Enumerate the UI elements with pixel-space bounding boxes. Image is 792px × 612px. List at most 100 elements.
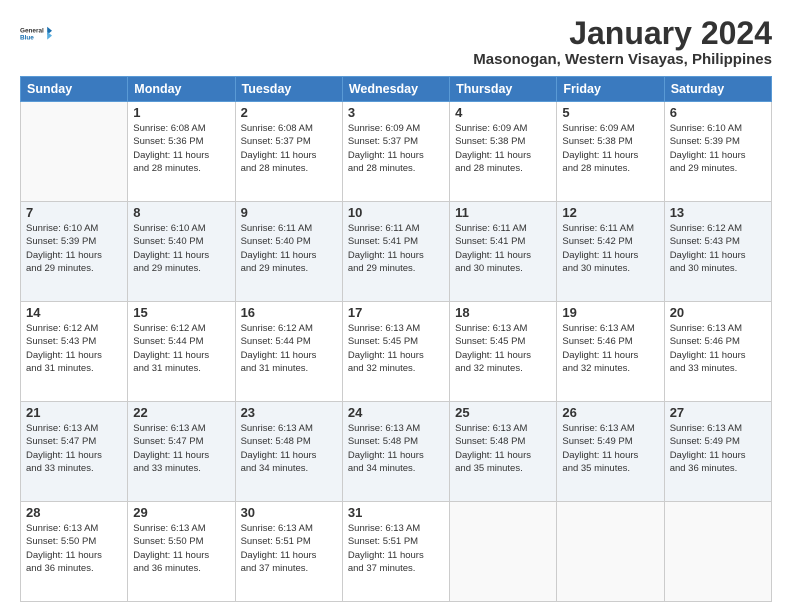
calendar-day-cell: 8 Sunrise: 6:10 AMSunset: 5:40 PMDaylight… bbox=[128, 202, 235, 302]
day-number: 16 bbox=[241, 305, 337, 320]
day-info: Sunrise: 6:13 AMSunset: 5:48 PMDaylight:… bbox=[241, 422, 337, 475]
day-number: 4 bbox=[455, 105, 551, 120]
calendar-day-cell: 13 Sunrise: 6:12 AMSunset: 5:43 PMDayligh… bbox=[664, 202, 771, 302]
day-info: Sunrise: 6:11 AMSunset: 5:41 PMDaylight:… bbox=[455, 222, 551, 275]
calendar-week-row: 14Sunrise: 6:12 AMSunset: 5:43 PMDayligh… bbox=[21, 302, 772, 402]
calendar-day-cell: 5Sunrise: 6:09 AMSunset: 5:38 PMDaylight… bbox=[557, 102, 664, 202]
calendar-header-row: Sunday Monday Tuesday Wednesday Thursday… bbox=[21, 77, 772, 102]
calendar-day-cell: 17Sunrise: 6:13 AMSunset: 5:45 PMDayligh… bbox=[342, 302, 449, 402]
day-number: 5 bbox=[562, 105, 658, 120]
day-info: Sunrise: 6:12 AMSunset: 5:44 PMDaylight:… bbox=[133, 322, 229, 375]
day-number: 28 bbox=[26, 505, 122, 520]
day-info: Sunrise: 6:08 AMSunset: 5:36 PMDaylight:… bbox=[133, 122, 229, 175]
day-info: Sunrise: 6:12 AMSunset: 5:43 PMDaylight:… bbox=[670, 222, 766, 275]
day-info: Sunrise: 6:10 AMSunset: 5:39 PMDaylight:… bbox=[26, 222, 122, 275]
col-friday: Friday bbox=[557, 77, 664, 102]
calendar-day-cell: 22Sunrise: 6:13 AMSunset: 5:47 PMDayligh… bbox=[128, 402, 235, 502]
calendar-table: Sunday Monday Tuesday Wednesday Thursday… bbox=[20, 76, 772, 602]
day-info: Sunrise: 6:13 AMSunset: 5:48 PMDaylight:… bbox=[348, 422, 444, 475]
day-info: Sunrise: 6:13 AMSunset: 5:48 PMDaylight:… bbox=[455, 422, 551, 475]
day-number: 13 bbox=[670, 205, 766, 220]
col-wednesday: Wednesday bbox=[342, 77, 449, 102]
day-number: 3 bbox=[348, 105, 444, 120]
page-title: January 2024 bbox=[473, 16, 772, 51]
day-number: 7 bbox=[26, 205, 122, 220]
logo-icon: GeneralBlue bbox=[20, 16, 56, 52]
col-monday: Monday bbox=[128, 77, 235, 102]
day-info: Sunrise: 6:10 AMSunset: 5:40 PMDaylight:… bbox=[133, 222, 229, 275]
day-number: 27 bbox=[670, 405, 766, 420]
day-number: 18 bbox=[455, 305, 551, 320]
title-block: January 2024 Masonogan, Western Visayas,… bbox=[473, 16, 772, 68]
calendar-day-cell bbox=[450, 502, 557, 602]
col-saturday: Saturday bbox=[664, 77, 771, 102]
day-info: Sunrise: 6:13 AMSunset: 5:45 PMDaylight:… bbox=[455, 322, 551, 375]
day-number: 9 bbox=[241, 205, 337, 220]
day-info: Sunrise: 6:13 AMSunset: 5:51 PMDaylight:… bbox=[348, 522, 444, 575]
page-subtitle: Masonogan, Western Visayas, Philippines bbox=[473, 51, 772, 68]
calendar-day-cell: 14Sunrise: 6:12 AMSunset: 5:43 PMDayligh… bbox=[21, 302, 128, 402]
calendar-day-cell: 3 Sunrise: 6:09 AMSunset: 5:37 PMDaylight… bbox=[342, 102, 449, 202]
day-info: Sunrise: 6:13 AMSunset: 5:47 PMDaylight:… bbox=[26, 422, 122, 475]
calendar-day-cell: 27 Sunrise: 6:13 AMSunset: 5:49 PMDayligh… bbox=[664, 402, 771, 502]
day-number: 14 bbox=[26, 305, 122, 320]
day-info: Sunrise: 6:09 AMSunset: 5:38 PMDaylight:… bbox=[455, 122, 551, 175]
day-number: 12 bbox=[562, 205, 658, 220]
day-info: Sunrise: 6:10 AMSunset: 5:39 PMDaylight:… bbox=[670, 122, 766, 175]
calendar-day-cell: 30Sunrise: 6:13 AMSunset: 5:51 PMDayligh… bbox=[235, 502, 342, 602]
day-info: Sunrise: 6:13 AMSunset: 5:45 PMDaylight:… bbox=[348, 322, 444, 375]
day-number: 24 bbox=[348, 405, 444, 420]
day-number: 15 bbox=[133, 305, 229, 320]
day-info: Sunrise: 6:08 AMSunset: 5:37 PMDaylight:… bbox=[241, 122, 337, 175]
calendar-day-cell: 25 Sunrise: 6:13 AMSunset: 5:48 PMDayligh… bbox=[450, 402, 557, 502]
day-info: Sunrise: 6:11 AMSunset: 5:42 PMDaylight:… bbox=[562, 222, 658, 275]
day-info: Sunrise: 6:13 AMSunset: 5:49 PMDaylight:… bbox=[562, 422, 658, 475]
day-info: Sunrise: 6:13 AMSunset: 5:46 PMDaylight:… bbox=[670, 322, 766, 375]
day-info: Sunrise: 6:13 AMSunset: 5:49 PMDaylight:… bbox=[670, 422, 766, 475]
day-number: 8 bbox=[133, 205, 229, 220]
day-number: 31 bbox=[348, 505, 444, 520]
calendar-day-cell: 16Sunrise: 6:12 AMSunset: 5:44 PMDayligh… bbox=[235, 302, 342, 402]
calendar-day-cell: 26 Sunrise: 6:13 AMSunset: 5:49 PMDayligh… bbox=[557, 402, 664, 502]
day-info: Sunrise: 6:13 AMSunset: 5:50 PMDaylight:… bbox=[133, 522, 229, 575]
col-tuesday: Tuesday bbox=[235, 77, 342, 102]
day-number: 6 bbox=[670, 105, 766, 120]
day-info: Sunrise: 6:13 AMSunset: 5:50 PMDaylight:… bbox=[26, 522, 122, 575]
day-number: 21 bbox=[26, 405, 122, 420]
day-number: 26 bbox=[562, 405, 658, 420]
day-info: Sunrise: 6:11 AMSunset: 5:41 PMDaylight:… bbox=[348, 222, 444, 275]
day-info: Sunrise: 6:13 AMSunset: 5:51 PMDaylight:… bbox=[241, 522, 337, 575]
calendar-day-cell: 23 Sunrise: 6:13 AMSunset: 5:48 PMDayligh… bbox=[235, 402, 342, 502]
day-number: 1 bbox=[133, 105, 229, 120]
day-info: Sunrise: 6:09 AMSunset: 5:37 PMDaylight:… bbox=[348, 122, 444, 175]
svg-text:General: General bbox=[20, 27, 44, 34]
day-number: 25 bbox=[455, 405, 551, 420]
day-number: 23 bbox=[241, 405, 337, 420]
calendar-week-row: 21 Sunrise: 6:13 AMSunset: 5:47 PMDayligh… bbox=[21, 402, 772, 502]
calendar-day-cell: 21 Sunrise: 6:13 AMSunset: 5:47 PMDayligh… bbox=[21, 402, 128, 502]
day-number: 11 bbox=[455, 205, 551, 220]
day-number: 22 bbox=[133, 405, 229, 420]
calendar-day-cell: 19 Sunrise: 6:13 AMSunset: 5:46 PMDayligh… bbox=[557, 302, 664, 402]
calendar-week-row: 7 Sunrise: 6:10 AMSunset: 5:39 PMDaylight… bbox=[21, 202, 772, 302]
calendar-day-cell: 7 Sunrise: 6:10 AMSunset: 5:39 PMDaylight… bbox=[21, 202, 128, 302]
col-thursday: Thursday bbox=[450, 77, 557, 102]
day-number: 29 bbox=[133, 505, 229, 520]
calendar-day-cell bbox=[664, 502, 771, 602]
col-sunday: Sunday bbox=[21, 77, 128, 102]
calendar-day-cell: 2 Sunrise: 6:08 AMSunset: 5:37 PMDaylight… bbox=[235, 102, 342, 202]
day-info: Sunrise: 6:11 AMSunset: 5:40 PMDaylight:… bbox=[241, 222, 337, 275]
calendar-day-cell bbox=[21, 102, 128, 202]
calendar-day-cell bbox=[557, 502, 664, 602]
calendar-day-cell: 4 Sunrise: 6:09 AMSunset: 5:38 PMDaylight… bbox=[450, 102, 557, 202]
calendar-day-cell: 9 Sunrise: 6:11 AMSunset: 5:40 PMDaylight… bbox=[235, 202, 342, 302]
calendar-day-cell: 11 Sunrise: 6:11 AMSunset: 5:41 PMDayligh… bbox=[450, 202, 557, 302]
calendar-day-cell: 29 Sunrise: 6:13 AMSunset: 5:50 PMDayligh… bbox=[128, 502, 235, 602]
day-number: 19 bbox=[562, 305, 658, 320]
calendar-week-row: 1 Sunrise: 6:08 AMSunset: 5:36 PMDaylight… bbox=[21, 102, 772, 202]
day-number: 2 bbox=[241, 105, 337, 120]
calendar-day-cell: 15 Sunrise: 6:12 AMSunset: 5:44 PMDayligh… bbox=[128, 302, 235, 402]
day-number: 10 bbox=[348, 205, 444, 220]
day-info: Sunrise: 6:13 AMSunset: 5:46 PMDaylight:… bbox=[562, 322, 658, 375]
logo: GeneralBlue bbox=[20, 16, 56, 52]
